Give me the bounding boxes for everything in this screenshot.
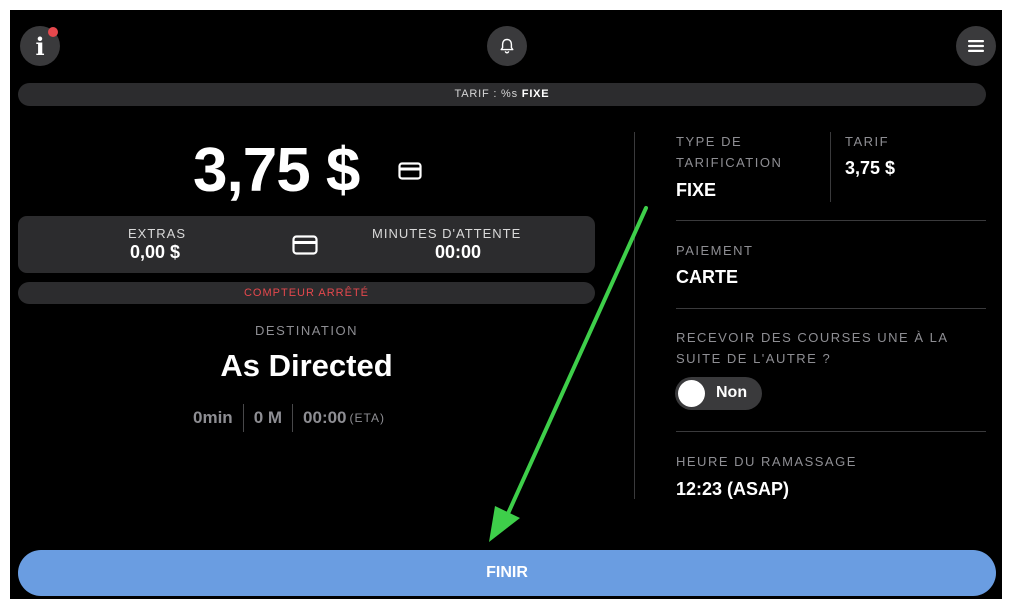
destination-value: As Directed bbox=[220, 348, 393, 383]
payment-label: PAIEMENT bbox=[676, 243, 754, 258]
pricing-type-label-line-1: TYPE DE bbox=[676, 134, 743, 149]
toggle-knob bbox=[678, 380, 705, 407]
eta-time: 00:00 bbox=[303, 408, 347, 427]
tarif-banner: TARIF : %s FIXE bbox=[18, 83, 986, 106]
back-to-back-label-line-2: SUITE DE L'AUTRE ? bbox=[676, 351, 832, 366]
destination-label: DESTINATION bbox=[255, 323, 358, 338]
eta-divider bbox=[242, 404, 244, 432]
finish-button[interactable]: FINIR bbox=[18, 550, 996, 596]
payment-value: CARTE bbox=[676, 267, 738, 287]
back-to-back-label: RECEVOIR DES COURSES UNE À LA SUITE DE L… bbox=[676, 327, 949, 369]
details-divider bbox=[676, 220, 986, 221]
extras-value: 0,00 $ bbox=[130, 242, 181, 262]
trip-duration: 0min bbox=[193, 408, 233, 427]
waiting-minutes-value: 00:00 bbox=[435, 242, 482, 262]
pickup-time-value: 12:23 (ASAP) bbox=[676, 479, 790, 499]
trip-screen: i TARIF : %s FIXE 3,75 $ EXTRAS 0,00 $ M… bbox=[10, 10, 1002, 599]
waiting-minutes-label: MINUTES D'ATTENTE bbox=[372, 226, 522, 241]
panel-divider bbox=[634, 132, 635, 499]
extras-label: EXTRAS bbox=[128, 226, 187, 241]
credit-card-icon[interactable] bbox=[292, 235, 318, 255]
credit-card-icon bbox=[398, 162, 422, 180]
notification-dot bbox=[48, 27, 58, 37]
pickup-time-label: HEURE DU RAMASSAGE bbox=[676, 454, 857, 469]
extras-panel: EXTRAS 0,00 $ MINUTES D'ATTENTE 00:00 bbox=[18, 216, 595, 273]
menu-icon bbox=[968, 40, 984, 52]
toggle-label: Non bbox=[716, 384, 748, 401]
menu-button[interactable] bbox=[956, 26, 996, 66]
bell-icon bbox=[500, 38, 514, 54]
details-divider bbox=[830, 132, 831, 202]
details-divider bbox=[676, 308, 986, 309]
fare-amount: 3,75 $ bbox=[193, 136, 360, 205]
tarif-banner-prefix: TARIF : %s bbox=[454, 88, 522, 100]
pricing-type-label-line-2: TARIFICATION bbox=[676, 155, 783, 170]
tarif-label: TARIF bbox=[845, 134, 890, 149]
eta-tag: (ETA) bbox=[349, 411, 385, 425]
back-to-back-label-line-1: RECEVOIR DES COURSES UNE À LA bbox=[676, 330, 949, 345]
tarif-banner-value: FIXE bbox=[521, 88, 550, 100]
eta-row: 0min 0 M 00:00 (ETA) bbox=[193, 403, 385, 433]
details-divider bbox=[676, 431, 986, 432]
info-button[interactable]: i bbox=[20, 26, 60, 66]
eta-divider bbox=[292, 404, 294, 432]
pricing-type-label: TYPE DE TARIFICATION bbox=[676, 131, 782, 173]
meter-status-banner: COMPTEUR ARRÊTÉ bbox=[18, 282, 595, 304]
back-to-back-toggle[interactable]: Non bbox=[675, 377, 762, 410]
tarif-value: 3,75 $ bbox=[845, 158, 896, 178]
trip-distance: 0 M bbox=[253, 408, 283, 427]
pricing-type-value: FIXE bbox=[676, 180, 717, 200]
info-icon: i bbox=[35, 31, 45, 61]
notifications-button[interactable] bbox=[487, 26, 527, 66]
